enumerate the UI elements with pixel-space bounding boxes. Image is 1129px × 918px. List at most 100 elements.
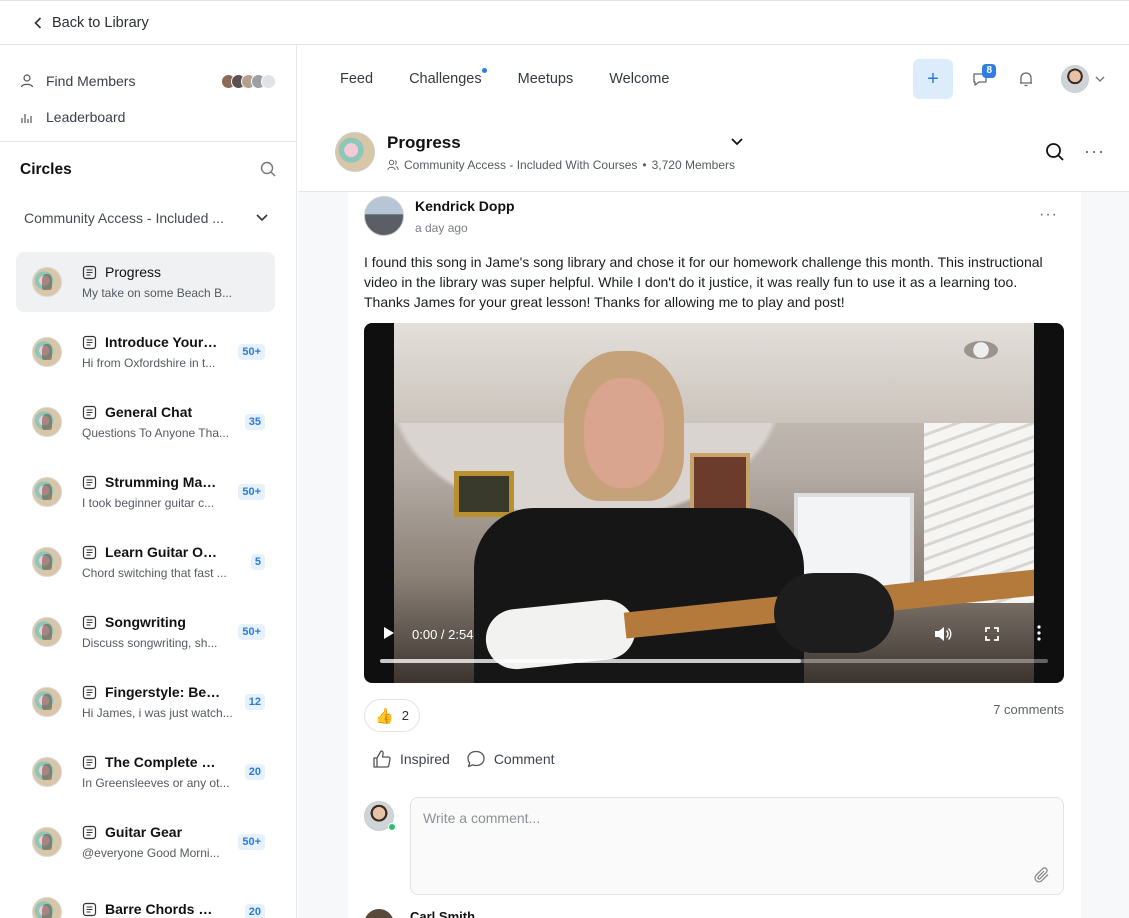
- circle-name-row: Strumming Mad...: [82, 474, 232, 490]
- fullscreen-icon[interactable]: [985, 627, 999, 641]
- circle-texts: Barre Chords Ma...: [82, 901, 239, 918]
- post-actions: Inspired Comment: [372, 749, 555, 769]
- circle-item[interactable]: Guitar Gear @everyone Good Morni... 50+: [16, 812, 275, 872]
- next-commenter-avatar: [364, 909, 394, 918]
- circle-preview: In Greensleeves or any ot...: [82, 776, 230, 790]
- circle-name-row: Fingerstyle: Begin...: [82, 684, 239, 700]
- circle-texts: Fingerstyle: Begin... Hi James, i was jus…: [82, 684, 239, 720]
- circle-name: General Chat: [105, 404, 193, 420]
- next-comment-author[interactable]: Carl Smith: [410, 909, 475, 918]
- circle-name: The Complete Le...: [105, 754, 221, 770]
- circle-preview: Hi from Oxfordshire in t...: [82, 356, 216, 370]
- find-members-link[interactable]: Find Members: [20, 63, 276, 99]
- space-group-name: Community Access - Included With Courses: [404, 158, 638, 172]
- unread-count-badge: 35: [244, 414, 265, 430]
- circle-item[interactable]: General Chat Questions To Anyone Tha... 35: [16, 392, 275, 452]
- member-avatars[interactable]: [221, 73, 276, 89]
- circle-name-row: Guitar Gear: [82, 824, 232, 840]
- thumbs-up-icon: [373, 750, 391, 768]
- tab-welcome[interactable]: Welcome: [609, 71, 669, 87]
- circle-name: Songwriting: [105, 614, 186, 630]
- comments-count[interactable]: 7 comments: [993, 702, 1064, 717]
- post-more-options-icon[interactable]: ···: [1039, 206, 1058, 224]
- circle-name: Fingerstyle: Begin...: [105, 684, 221, 700]
- author-avatar[interactable]: [364, 196, 404, 236]
- chevron-down-icon: [256, 214, 268, 222]
- members-count: 3,720 Members: [651, 158, 735, 172]
- create-button[interactable]: +: [913, 59, 953, 99]
- circle-name-row: Progress: [82, 264, 265, 280]
- circle-name-row: General Chat: [82, 404, 239, 420]
- unread-count-badge: 5: [250, 554, 265, 570]
- reaction-pill[interactable]: 👍 2: [364, 699, 420, 732]
- post-author[interactable]: Kendrick Dopp: [415, 198, 515, 214]
- notifications-button[interactable]: [1007, 59, 1045, 99]
- circle-name: Guitar Gear: [105, 824, 183, 840]
- chevron-left-icon: [34, 16, 42, 29]
- member-avatar: [261, 73, 276, 89]
- circle-texts: The Complete Le... In Greensleeves or any…: [82, 754, 239, 790]
- circle-item[interactable]: Songwriting Discuss songwriting, sh... 50+: [16, 602, 275, 662]
- circle-name: Barre Chords Ma...: [105, 901, 221, 917]
- search-icon[interactable]: [1045, 142, 1065, 162]
- circle-texts: Songwriting Discuss songwriting, sh...: [82, 614, 232, 650]
- comment-label: Comment: [493, 751, 555, 767]
- space-title: Progress: [387, 133, 461, 152]
- circle-avatar: [32, 687, 62, 717]
- circle-item[interactable]: The Complete Le... In Greensleeves or any…: [16, 742, 275, 802]
- paperclip-icon[interactable]: [1033, 866, 1051, 884]
- post-time: a day ago: [415, 221, 468, 235]
- circle-avatar: [32, 547, 62, 577]
- space-group-dropdown[interactable]: Community Access - Included ...: [0, 198, 296, 238]
- post-icon: [82, 825, 97, 839]
- post-card: Kendrick Dopp a day ago ··· I found this…: [348, 192, 1081, 918]
- circle-preview: I took beginner guitar c...: [82, 496, 215, 510]
- circle-preview: Questions To Anyone Tha...: [82, 426, 229, 440]
- comment-input[interactable]: [423, 810, 1051, 870]
- tab-meetups[interactable]: Meetups: [518, 71, 574, 87]
- circle-texts: Strumming Mad... I took beginner guitar c…: [82, 474, 232, 510]
- circle-list: Progress My take on some Beach B... Introd…: [0, 252, 296, 918]
- messages-button[interactable]: 8: [961, 59, 999, 99]
- tab-feed[interactable]: Feed: [340, 71, 373, 87]
- circle-item[interactable]: Barre Chords Ma... 20: [16, 882, 275, 918]
- main-header: Feed Challenges Meetups Welcome + 8: [298, 45, 1129, 113]
- circle-texts: Guitar Gear @everyone Good Morni...: [82, 824, 232, 860]
- chevron-down-icon: [1095, 76, 1105, 82]
- circle-name-row: Songwriting: [82, 614, 232, 630]
- play-icon[interactable]: [382, 626, 396, 640]
- space-title-dropdown[interactable]: Progress: [387, 133, 743, 153]
- user-menu[interactable]: [1061, 65, 1105, 93]
- plus-icon: +: [927, 67, 939, 90]
- comment-button[interactable]: Comment: [466, 749, 555, 769]
- circle-avatar: [32, 337, 62, 367]
- back-to-library-link[interactable]: Back to Library: [34, 15, 149, 31]
- find-members-label: Find Members: [46, 73, 136, 89]
- circle-name: Learn Guitar Once...: [105, 544, 221, 560]
- tab-challenges[interactable]: Challenges: [409, 68, 487, 87]
- video-progress-bar[interactable]: [380, 659, 1048, 663]
- post-icon: [82, 755, 97, 769]
- sidebar: Find Members Leaderboard Circles Communi…: [0, 45, 297, 918]
- comment-box: [410, 797, 1064, 895]
- unread-count-badge: 50+: [238, 484, 265, 500]
- more-options-icon[interactable]: ···: [1084, 141, 1105, 162]
- leaderboard-link[interactable]: Leaderboard: [20, 99, 276, 135]
- online-status-dot: [388, 823, 396, 831]
- circle-item[interactable]: Introduce Yours... Hi from Oxfordshire in…: [16, 322, 275, 382]
- circle-avatar: [32, 827, 62, 857]
- circle-avatar: [32, 477, 62, 507]
- space-header: Progress Community Access - Included Wit…: [298, 113, 1129, 192]
- inspired-button[interactable]: Inspired: [372, 749, 450, 769]
- volume-icon[interactable]: [934, 626, 952, 642]
- circle-item[interactable]: Progress My take on some Beach B...: [16, 252, 275, 312]
- circle-avatar: [32, 267, 62, 297]
- circle-item[interactable]: Strumming Mad... I took beginner guitar c…: [16, 462, 275, 522]
- messages-badge: 8: [982, 64, 996, 78]
- video-player[interactable]: 0:00 / 2:54: [364, 323, 1064, 683]
- search-icon[interactable]: [260, 161, 276, 180]
- circle-item[interactable]: Learn Guitar Once... Chord switching that…: [16, 532, 275, 592]
- circle-item[interactable]: Fingerstyle: Begin... Hi James, i was jus…: [16, 672, 275, 732]
- post-icon: [82, 615, 97, 629]
- more-vertical-icon[interactable]: [1036, 625, 1042, 641]
